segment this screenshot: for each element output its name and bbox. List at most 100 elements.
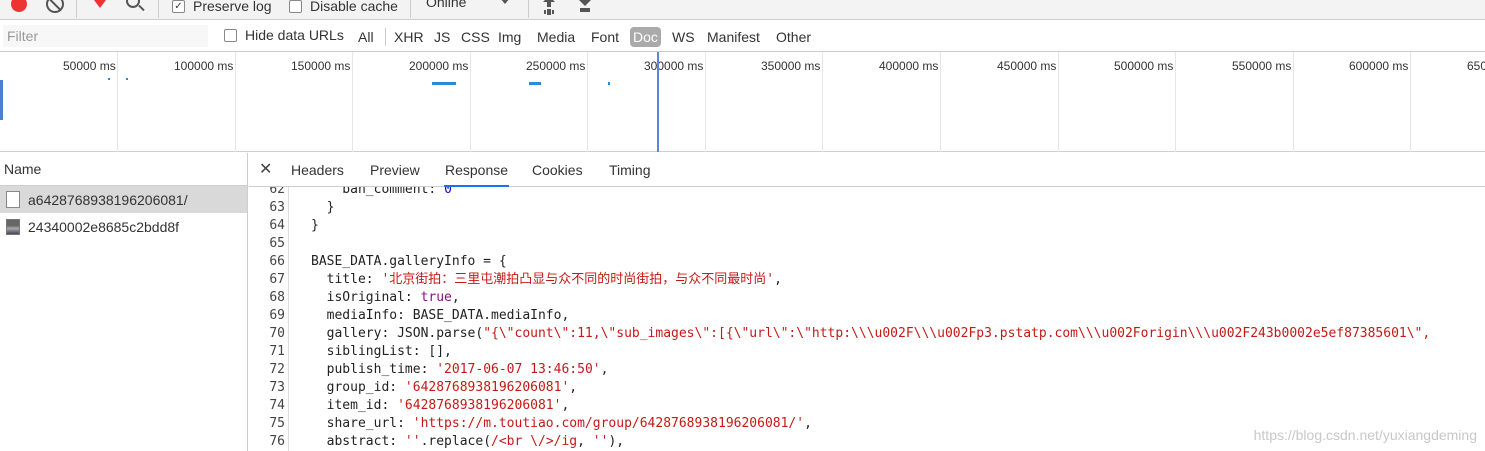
timeline-current-marker xyxy=(657,52,659,152)
line-number: 64 xyxy=(269,218,285,233)
type-filter-media[interactable]: Media xyxy=(534,27,578,47)
timeline-request-bar xyxy=(432,82,456,85)
line-number: 76 xyxy=(269,434,285,449)
line-number: 63 xyxy=(269,200,285,215)
timeline-request-bar xyxy=(126,78,128,80)
timeline-tick-label: 650 xyxy=(1467,59,1485,73)
line-number: 65 xyxy=(269,236,285,251)
search-icon[interactable] xyxy=(126,0,140,8)
detail-tabs: ✕ Headers Preview Response Cookies Timin… xyxy=(249,153,1485,187)
tab-timing[interactable]: Timing xyxy=(608,153,652,187)
code-text: gallery: JSON.parse("{\"count\":11,\"sub… xyxy=(311,326,1431,341)
timeline-tick-label: 450000 ms xyxy=(997,59,1057,73)
line-number: 69 xyxy=(269,308,285,323)
checkbox-checked-icon[interactable]: ✓ xyxy=(172,0,185,13)
timeline-request-bar xyxy=(108,78,110,80)
clear-icon[interactable] xyxy=(46,0,64,13)
toolbar-divider xyxy=(76,0,77,18)
timeline-gridline xyxy=(705,52,706,152)
tab-headers[interactable]: Headers xyxy=(290,153,345,187)
close-icon[interactable]: ✕ xyxy=(259,159,272,178)
tab-cookies[interactable]: Cookies xyxy=(531,153,584,187)
toolbar-divider xyxy=(410,0,411,18)
checkbox-unchecked-icon[interactable] xyxy=(289,0,302,13)
import-har-icon[interactable] xyxy=(541,0,557,12)
code-text: share_url: 'https://m.toutiao.com/group/… xyxy=(311,416,812,431)
filter-icon[interactable] xyxy=(91,0,109,8)
type-filter-all[interactable]: All xyxy=(355,27,377,47)
export-har-icon[interactable] xyxy=(577,0,593,12)
type-filter-ws[interactable]: WS xyxy=(669,27,698,47)
timeline-gridline xyxy=(235,52,236,152)
line-number: 66 xyxy=(269,254,285,269)
toolbar-divider xyxy=(528,0,529,18)
type-filter-xhr[interactable]: XHR xyxy=(391,27,427,47)
line-number: 75 xyxy=(269,416,285,431)
code-text: title: '北京街拍：三里屯潮拍凸显与众不同的时尚街拍，与众不同最时尚', xyxy=(311,272,782,287)
code-text: } xyxy=(311,200,335,215)
image-icon xyxy=(6,218,20,235)
timeline-tick-label: 250000 ms xyxy=(526,59,586,73)
tab-response[interactable]: Response xyxy=(444,153,510,187)
response-code-viewer[interactable]: 62 ban_comment: 0 63 } 64} 65 66 BASE_DATA.ga… xyxy=(249,187,1485,451)
name-column-header[interactable]: Name xyxy=(0,153,247,186)
timeline-gridline xyxy=(1293,52,1294,152)
timeline-request-bar xyxy=(608,82,610,85)
timeline-gridline xyxy=(352,52,353,152)
checkbox-unchecked-icon[interactable] xyxy=(224,28,237,42)
request-list: Name a6428768938196206081/ 24340002e8685… xyxy=(0,153,248,451)
hide-data-urls-checkbox[interactable]: Hide data URLs xyxy=(224,27,344,43)
timeline-tick-label: 150000 ms xyxy=(291,59,351,73)
timeline-tick-label: 550000 ms xyxy=(1232,59,1292,73)
type-filter-doc[interactable]: Doc xyxy=(630,27,661,47)
timeline-tick-label: 300000 ms xyxy=(644,59,704,73)
type-filter-font[interactable]: Font xyxy=(588,27,622,47)
watermark-text: https://blog.csdn.net/yuxiangdeming xyxy=(1253,427,1477,443)
type-filter-js[interactable]: JS xyxy=(431,27,453,47)
line-number: 71 xyxy=(269,344,285,359)
timeline-request-bar xyxy=(529,82,541,85)
code-text: siblingList: [], xyxy=(311,344,452,359)
request-name: 24340002e8685c2bdd8f xyxy=(28,218,180,235)
line-number: 67 xyxy=(269,272,285,287)
request-row[interactable]: a6428768938196206081/ xyxy=(0,186,247,213)
filter-bar: Hide data URLs All XHR JS CSS Img Media … xyxy=(0,21,1485,52)
type-filter-other[interactable]: Other xyxy=(773,27,814,47)
type-divider xyxy=(385,28,386,46)
type-filter-manifest[interactable]: Manifest xyxy=(704,27,763,47)
filter-input[interactable] xyxy=(3,25,208,47)
preserve-log-checkbox[interactable]: ✓ Preserve log xyxy=(172,0,272,17)
timeline-gridline xyxy=(822,52,823,152)
document-icon xyxy=(6,191,20,208)
request-name: a6428768938196206081/ xyxy=(28,191,188,208)
timeline-tick-label: 200000 ms xyxy=(409,59,469,73)
record-icon[interactable] xyxy=(11,0,27,12)
line-number: 70 xyxy=(269,326,285,341)
code-text: abstract: ''.replace(/<br \/>/ig, ''), xyxy=(311,434,625,449)
line-number: 73 xyxy=(269,380,285,395)
code-text: group_id: '6428768938196206081', xyxy=(311,380,578,395)
disable-cache-checkbox[interactable]: Disable cache xyxy=(289,0,398,17)
timeline-tick-label: 600000 ms xyxy=(1349,59,1409,73)
timeline-gridline xyxy=(1058,52,1059,152)
timeline-gridline xyxy=(470,52,471,152)
code-text: ban_comment: 0 xyxy=(311,187,452,197)
timeline-tick-label: 500000 ms xyxy=(1114,59,1174,73)
code-text: mediaInfo: BASE_DATA.mediaInfo, xyxy=(311,308,570,323)
type-filter-img[interactable]: Img xyxy=(495,27,524,47)
timeline-gridline xyxy=(1175,52,1176,152)
code-text: isOriginal: true, xyxy=(311,290,460,305)
throttle-select[interactable]: Online xyxy=(418,0,518,14)
timeline-overview[interactable]: 50000 ms 100000 ms 150000 ms 200000 ms 2… xyxy=(0,52,1485,152)
code-text: item_id: '6428768938196206081', xyxy=(311,398,570,413)
timeline-gridline xyxy=(940,52,941,152)
line-number: 68 xyxy=(269,290,285,305)
request-row[interactable]: 24340002e8685c2bdd8f xyxy=(0,213,247,240)
timeline-gridline xyxy=(1410,52,1411,152)
preserve-log-label: Preserve log xyxy=(193,0,272,14)
type-filter-css[interactable]: CSS xyxy=(458,27,493,47)
network-toolbar: ✓ Preserve log Disable cache Online xyxy=(0,0,1485,20)
line-number: 72 xyxy=(269,362,285,377)
timeline-tick-label: 50000 ms xyxy=(63,59,116,73)
tab-preview[interactable]: Preview xyxy=(369,153,421,187)
